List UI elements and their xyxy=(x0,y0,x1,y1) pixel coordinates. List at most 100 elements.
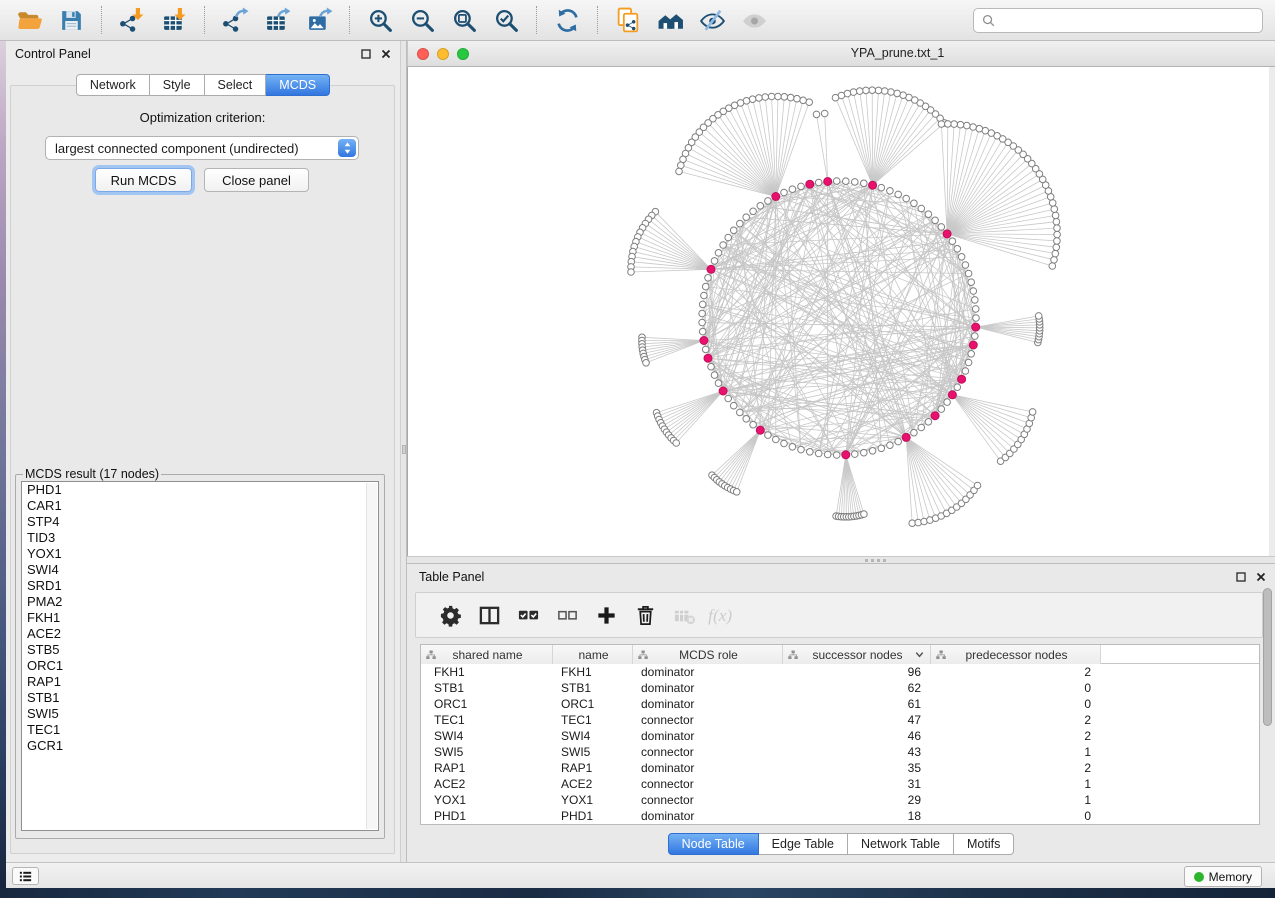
hide-selected-button[interactable] xyxy=(695,3,729,37)
network-canvas[interactable] xyxy=(407,67,1269,556)
table-row[interactable]: PHD1PHD1dominator180 xyxy=(421,808,1259,824)
vertical-splitter[interactable] xyxy=(400,41,407,862)
table-row[interactable]: RAP1RAP1dominator352 xyxy=(421,760,1259,776)
cell-predecessor-nodes: 2 xyxy=(931,760,1101,776)
tab-motifs[interactable]: Motifs xyxy=(954,833,1014,855)
cell-predecessor-nodes: 0 xyxy=(931,808,1101,824)
show-all-button[interactable] xyxy=(737,3,771,37)
result-list-scrollbar[interactable] xyxy=(366,483,377,829)
toolbar-separator xyxy=(349,6,350,34)
mcds-result-item[interactable]: YOX1 xyxy=(22,546,378,562)
table-row[interactable]: SWI5SWI5connector431 xyxy=(421,744,1259,760)
mcds-result-item[interactable]: STP4 xyxy=(22,514,378,530)
mcds-result-item[interactable]: ACE2 xyxy=(22,626,378,642)
column-header-predecessor-nodes[interactable]: predecessor nodes xyxy=(931,645,1101,664)
table-row[interactable]: FKH1FKH1dominator962 xyxy=(421,664,1259,680)
export-table-button[interactable] xyxy=(260,3,294,37)
cell-shared-name: YOX1 xyxy=(421,792,553,808)
column-header-shared-name[interactable]: shared name xyxy=(421,645,553,664)
close-panel-button[interactable]: Close panel xyxy=(204,168,309,192)
task-history-button[interactable] xyxy=(12,867,39,885)
mcds-result-item[interactable]: CAR1 xyxy=(22,498,378,514)
table-row[interactable]: SWI4SWI4dominator462 xyxy=(421,728,1259,744)
export-image-button[interactable] xyxy=(302,3,336,37)
table-row[interactable]: TEC1TEC1connector472 xyxy=(421,712,1259,728)
import-table-button[interactable] xyxy=(157,3,191,37)
cell-mcds-role: connector xyxy=(633,744,783,760)
mcds-result-item[interactable]: PHD1 xyxy=(22,482,378,498)
toolbar-separator xyxy=(536,6,537,34)
show-columns-button[interactable] xyxy=(510,597,546,633)
svg-text:f(x): f(x) xyxy=(708,606,732,625)
tab-mcds[interactable]: MCDS xyxy=(266,74,330,96)
float-panel-button[interactable] xyxy=(360,48,372,60)
table-row[interactable]: ACE2ACE2connector311 xyxy=(421,776,1259,792)
float-table-panel-button[interactable] xyxy=(1235,571,1247,583)
mcds-result-item[interactable]: RAP1 xyxy=(22,674,378,690)
column-header-successor-nodes[interactable]: successor nodes xyxy=(783,645,931,664)
tab-style[interactable]: Style xyxy=(150,74,205,96)
tab-edge-table[interactable]: Edge Table xyxy=(759,833,848,855)
zoom-in-button[interactable] xyxy=(363,3,397,37)
hide-columns-button[interactable] xyxy=(549,597,585,633)
run-mcds-button[interactable]: Run MCDS xyxy=(95,168,192,192)
mcds-result-item[interactable]: SWI5 xyxy=(22,706,378,722)
mcds-result-item[interactable]: GCR1 xyxy=(22,738,378,754)
tab-network[interactable]: Network xyxy=(76,74,150,96)
new-network-from-selection-button[interactable] xyxy=(611,3,645,37)
table-row[interactable]: STB1STB1dominator620 xyxy=(421,680,1259,696)
search-input[interactable] xyxy=(1001,13,1255,28)
mcds-result-item[interactable]: ORC1 xyxy=(22,658,378,674)
cell-shared-name: STB1 xyxy=(421,680,553,696)
cell-predecessor-nodes: 1 xyxy=(931,776,1101,792)
mcds-result-item[interactable]: FKH1 xyxy=(22,610,378,626)
close-panel-icon-button[interactable] xyxy=(380,48,392,60)
column-namespace-icon xyxy=(935,649,947,661)
cell-shared-name: FKH1 xyxy=(421,664,553,680)
mcds-result-item[interactable]: TID3 xyxy=(22,530,378,546)
table-row[interactable]: ORC1ORC1dominator610 xyxy=(421,696,1259,712)
mcds-result-item[interactable]: STB5 xyxy=(22,642,378,658)
delete-table-button[interactable] xyxy=(666,597,702,633)
close-table-panel-button[interactable] xyxy=(1255,571,1267,583)
table-row[interactable]: YOX1YOX1connector291 xyxy=(421,792,1259,808)
zoom-selected-button[interactable] xyxy=(489,3,523,37)
horizontal-splitter[interactable] xyxy=(407,556,1275,564)
delete-column-button[interactable] xyxy=(627,597,663,633)
save-session-button[interactable] xyxy=(54,3,88,37)
column-header-name[interactable]: name xyxy=(553,645,633,664)
memory-button[interactable]: Memory xyxy=(1184,866,1262,887)
mcds-result-group: MCDS result (17 nodes) PHD1CAR1STP4TID3Y… xyxy=(15,467,385,839)
tab-network-table[interactable]: Network Table xyxy=(848,833,954,855)
mcds-result-item[interactable]: SRD1 xyxy=(22,578,378,594)
network-window: YPA_prune.txt_1 xyxy=(407,41,1275,556)
apply-layout-button[interactable] xyxy=(550,3,584,37)
open-file-button[interactable] xyxy=(12,3,46,37)
network-window-title: YPA_prune.txt_1 xyxy=(408,46,1275,60)
split-panel-button[interactable] xyxy=(471,597,507,633)
tab-node-table[interactable]: Node Table xyxy=(668,833,759,855)
mcds-result-item[interactable]: PMA2 xyxy=(22,594,378,610)
tab-select[interactable]: Select xyxy=(205,74,267,96)
memory-label: Memory xyxy=(1209,870,1252,884)
zoom-out-button[interactable] xyxy=(405,3,439,37)
table-scrollbar-thumb[interactable] xyxy=(1263,588,1272,726)
control-panel-tabs: NetworkStyleSelectMCDS xyxy=(6,74,400,96)
mcds-result-item[interactable]: TEC1 xyxy=(22,722,378,738)
node-table: shared namenameMCDS rolesuccessor nodesp… xyxy=(420,644,1260,825)
add-column-button[interactable] xyxy=(588,597,624,633)
neighbor-search-button[interactable] xyxy=(653,3,687,37)
cell-predecessor-nodes: 1 xyxy=(931,792,1101,808)
optimization-criterion-select[interactable]: largest connected component (undirected) xyxy=(45,136,359,160)
function-builder-button[interactable]: f(x) xyxy=(705,597,741,633)
table-panel: Table Panel f(x) shared namenameMCDS rol… xyxy=(407,564,1275,862)
import-network-button[interactable] xyxy=(115,3,149,37)
export-network-button[interactable] xyxy=(218,3,252,37)
search-box[interactable] xyxy=(973,8,1263,33)
mcds-result-item[interactable]: SWI4 xyxy=(22,562,378,578)
column-header-mcds-role[interactable]: MCDS role xyxy=(633,645,783,664)
cell-predecessor-nodes: 0 xyxy=(931,680,1101,696)
zoom-fit-button[interactable] xyxy=(447,3,481,37)
table-settings-button[interactable] xyxy=(432,597,468,633)
mcds-result-item[interactable]: STB1 xyxy=(22,690,378,706)
